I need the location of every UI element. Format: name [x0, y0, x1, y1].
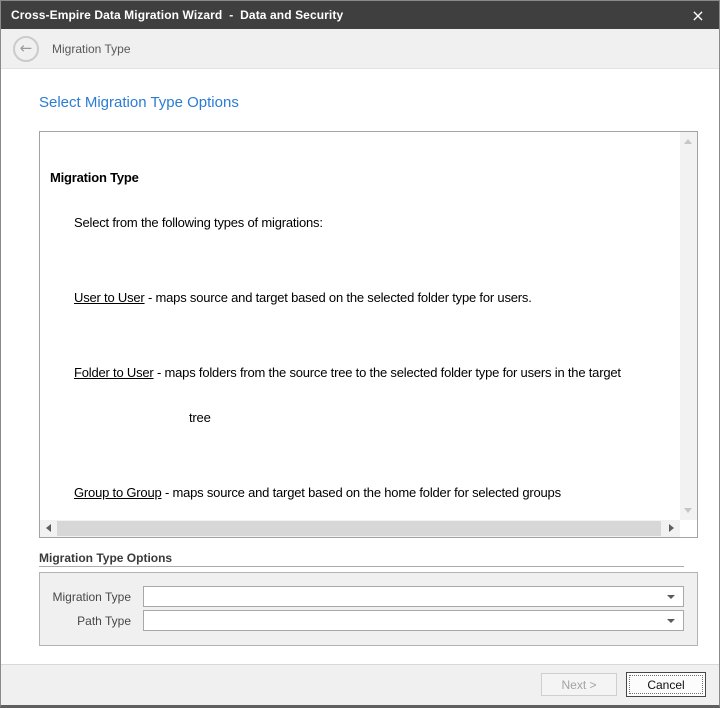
titlebar: Cross-Empire Data Migration Wizard - Dat…: [1, 1, 719, 29]
vertical-scrollbar[interactable]: [680, 132, 697, 520]
section-heading-migration-type: Migration Type: [50, 170, 139, 185]
close-button[interactable]: ×: [677, 1, 719, 29]
term-user-to-user: User to User: [74, 290, 145, 305]
migration-item-folder-to-user: Folder to User - maps folders from the s…: [74, 365, 678, 380]
migration-type-field-label: Migration Type: [52, 590, 132, 604]
term-group-to-group: Group to Group: [74, 485, 162, 500]
horizontal-scrollbar[interactable]: [40, 520, 680, 537]
chevron-down-icon: [667, 619, 675, 623]
options-group-label: Migration Type Options: [39, 551, 173, 565]
path-type-combobox[interactable]: [143, 610, 684, 631]
nav-title: Migration Type: [52, 41, 131, 56]
options-group-rule: [39, 566, 684, 567]
desc-folder-to-user: - maps folders from the source tree to t…: [153, 365, 621, 380]
term-folder-to-user: Folder to User: [74, 365, 154, 380]
scroll-left-icon[interactable]: [46, 524, 51, 532]
next-button[interactable]: Next >: [541, 673, 617, 696]
close-icon: ×: [691, 5, 705, 25]
migration-item-user-to-user: User to User - maps source and target ba…: [74, 290, 678, 305]
desc-user-to-user: - maps source and target based on the se…: [144, 290, 532, 305]
options-panel: Migration Type Path Type: [39, 572, 698, 646]
migration-item-group-to-group: Group to Group - maps source and target …: [74, 485, 678, 500]
cancel-button[interactable]: Cancel: [626, 672, 706, 697]
scroll-down-icon[interactable]: [684, 508, 692, 513]
back-arrow-icon: ←: [19, 39, 33, 57]
description-box: Migration Type Select from the following…: [39, 131, 698, 538]
wizard-window: Cross-Empire Data Migration Wizard - Dat…: [0, 0, 720, 708]
back-button[interactable]: ←: [13, 35, 39, 62]
page-title: Select Migration Type Options: [39, 94, 239, 111]
scroll-right-icon[interactable]: [669, 524, 674, 532]
desc-folder-to-user-wrap: tree: [189, 410, 211, 425]
chevron-down-icon: [667, 595, 675, 599]
window-title: Cross-Empire Data Migration Wizard - Dat…: [11, 8, 344, 22]
description-content: Migration Type Select from the following…: [40, 132, 680, 520]
desc-group-to-group: - maps source and target based on the ho…: [161, 485, 561, 500]
section-intro-migration-type: Select from the following types of migra…: [74, 215, 323, 230]
scroll-up-icon[interactable]: [684, 139, 692, 144]
horizontal-scrollbar-thumb[interactable]: [57, 521, 661, 536]
path-type-field-label: Path Type: [77, 614, 131, 628]
nav-header: ← Migration Type: [1, 29, 719, 69]
migration-type-combobox[interactable]: [143, 586, 684, 607]
